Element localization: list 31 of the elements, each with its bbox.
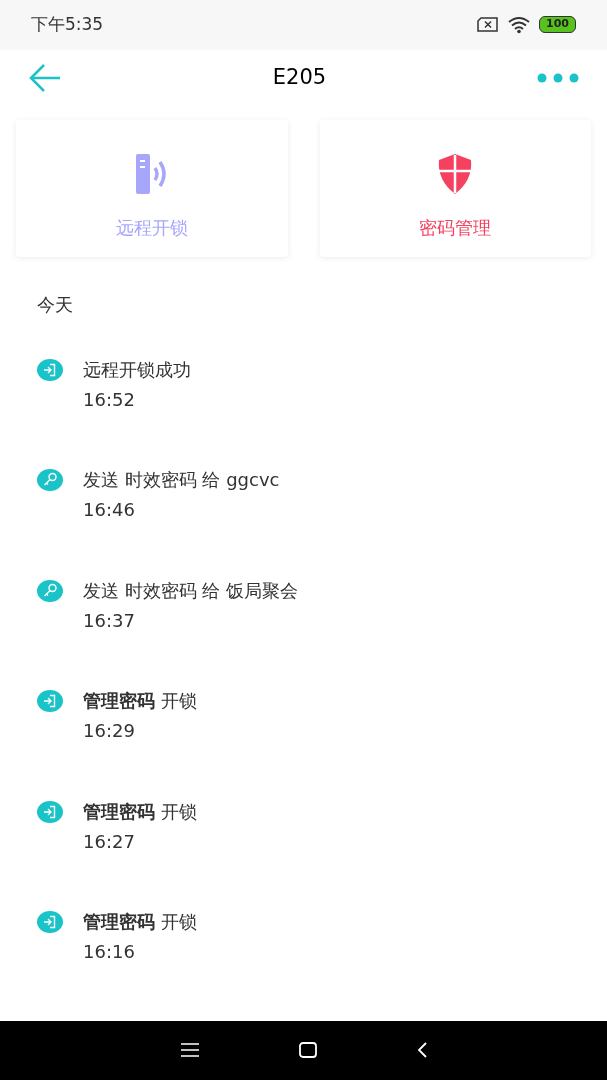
sign-in-icon xyxy=(37,357,63,382)
action-card[interactable]: 密码管理 xyxy=(319,119,591,257)
sign-in-icon xyxy=(37,799,63,824)
log-entry-text: 管理密码 开锁 xyxy=(83,910,197,935)
log-entry-time: 16:46 xyxy=(83,498,136,523)
log-entry-time: 16:37 xyxy=(83,608,136,633)
sign-in-icon xyxy=(37,689,63,714)
back-chevron-icon[interactable] xyxy=(416,1042,427,1059)
log-entry-text: 发送 时效密码 给 饭局聚会 xyxy=(83,578,299,603)
log-entry-text: 管理密码 开锁 xyxy=(83,689,197,714)
menu-icon[interactable] xyxy=(180,1043,199,1058)
log-entry-time: 16:16 xyxy=(83,940,136,965)
page-title: E205 xyxy=(272,64,327,92)
section-heading: 今天 xyxy=(37,292,73,317)
log-entry-text: 管理密码 开锁 xyxy=(83,799,197,824)
key-icon xyxy=(37,578,63,603)
key-icon xyxy=(37,468,63,493)
status-time: 下午5:35 xyxy=(31,13,104,37)
battery-level: 100 xyxy=(539,16,576,34)
log-entry-time: 16:29 xyxy=(83,719,136,744)
log-entry-time: 16:52 xyxy=(83,387,136,412)
action-label: 远程开锁 xyxy=(115,215,188,240)
sim-missing-icon xyxy=(477,17,500,33)
log-entry-text: 远程开锁成功 xyxy=(83,357,191,382)
action-label: 密码管理 xyxy=(419,215,492,240)
log-entry-time: 16:27 xyxy=(83,829,136,854)
log-entry-text: 发送 时效密码 给 ggcvc xyxy=(83,468,280,493)
home-square-icon[interactable] xyxy=(298,1042,317,1059)
wifi-icon xyxy=(507,15,532,34)
sign-in-icon xyxy=(37,910,63,935)
action-card[interactable]: 远程开锁 xyxy=(16,119,288,257)
